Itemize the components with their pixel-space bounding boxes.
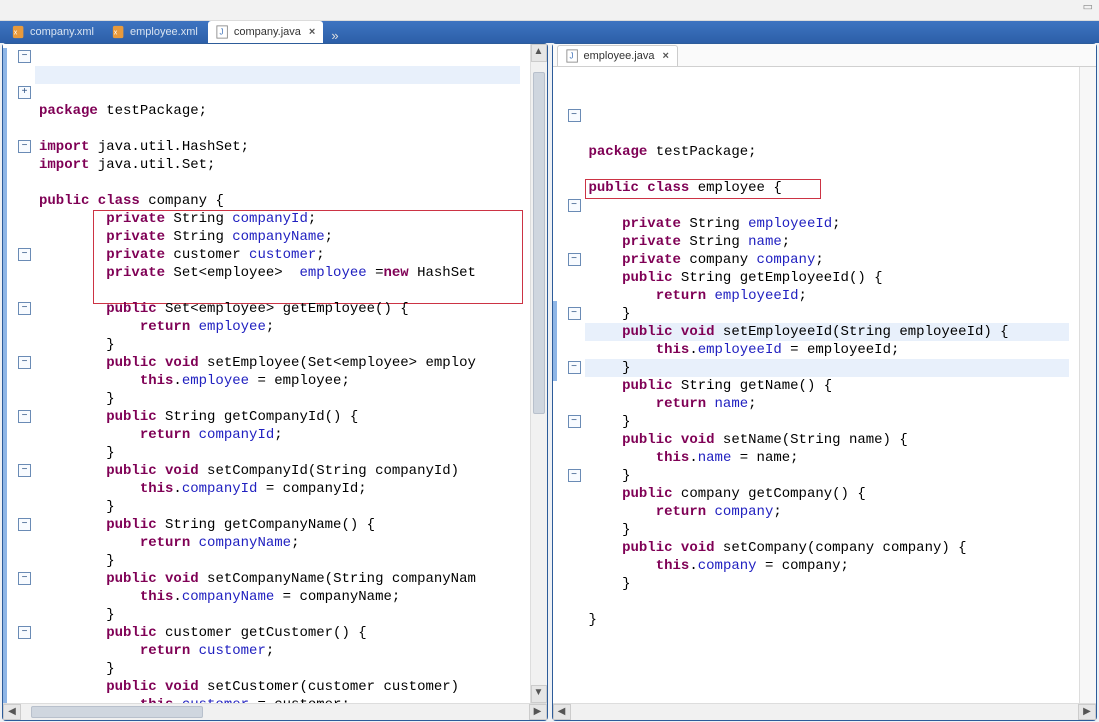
restore-view-icon[interactable]: ▭ [1083,0,1093,20]
window-toolbar: ▭ [0,0,1099,21]
horizontal-scrollbar[interactable]: ◀ ▶ [3,703,547,720]
scroll-thumb[interactable] [533,72,545,414]
ide-window: ▭ x company.xml x employee.xml J company… [0,0,1099,722]
scroll-left-icon[interactable]: ◀ [553,704,571,720]
scroll-thumb[interactable] [31,706,203,718]
fold-toggle[interactable]: − [18,50,31,63]
fold-toggle[interactable]: − [18,248,31,261]
svg-text:x: x [14,30,18,37]
svg-text:x: x [114,30,118,37]
fold-toggle[interactable]: − [568,307,581,320]
xml-file-icon: x [12,25,26,39]
tab-company-java[interactable]: J company.java × [208,21,324,43]
editor-tab-bar-right: J employee.java × [553,44,1097,67]
fold-toggle[interactable]: + [18,86,31,99]
tab-employee-java[interactable]: J employee.java × [557,45,678,66]
fold-toggle[interactable]: − [18,302,31,315]
java-file-icon: J [566,49,580,63]
fold-toggle[interactable]: − [568,415,581,428]
tab-label: company.xml [30,26,94,38]
editor-tab-bar: x company.xml x employee.xml J company.j… [0,21,1099,43]
tab-overflow-button[interactable]: » [325,28,344,43]
fold-toggle[interactable]: − [18,410,31,423]
scroll-right-icon[interactable]: ▶ [1078,704,1096,720]
fold-gutter: − + − − − − − − − − − [15,44,35,703]
code-area-left[interactable]: package testPackage; import java.util.Ha… [35,44,530,703]
editor-pane-right: J employee.java × − − − − − − [552,43,1098,721]
vertical-scrollbar[interactable] [1079,67,1096,703]
fold-toggle[interactable]: − [568,361,581,374]
fold-toggle[interactable]: − [18,464,31,477]
editor-pane-left: − + − − − − − − − − − package testPackag… [2,43,548,721]
marker-gutter [553,67,565,703]
close-icon[interactable]: × [309,26,315,38]
code-area-right[interactable]: package testPackage; public class employ… [585,67,1080,703]
scroll-up-icon[interactable]: ▲ [531,44,547,62]
svg-text:J: J [569,52,573,61]
tab-label: employee.xml [130,26,198,38]
editor-right[interactable]: − − − − − − − package testPackage; publi… [553,67,1097,703]
xml-file-icon: x [112,25,126,39]
vertical-scrollbar[interactable]: ▲ ▼ [530,44,547,703]
fold-toggle[interactable]: − [18,626,31,639]
fold-toggle[interactable]: − [568,199,581,212]
tab-label: company.java [234,26,301,38]
svg-text:J: J [219,28,223,37]
fold-toggle[interactable]: − [568,253,581,266]
marker-gutter [3,44,15,703]
editor-left[interactable]: − + − − − − − − − − − package testPackag… [3,44,547,703]
tab-label: employee.java [584,50,655,62]
horizontal-scrollbar[interactable]: ◀ ▶ [553,703,1097,720]
scroll-left-icon[interactable]: ◀ [3,704,21,720]
split-editor: − + − − − − − − − − − package testPackag… [0,43,1099,722]
close-icon[interactable]: × [662,50,668,62]
scroll-down-icon[interactable]: ▼ [531,685,547,703]
fold-gutter: − − − − − − − [565,67,585,703]
fold-toggle[interactable]: − [18,518,31,531]
fold-toggle[interactable]: − [18,356,31,369]
fold-toggle[interactable]: − [18,572,31,585]
fold-toggle[interactable]: − [568,469,581,482]
fold-toggle[interactable]: − [18,140,31,153]
fold-toggle[interactable]: − [568,109,581,122]
tab-company-xml[interactable]: x company.xml [4,21,102,43]
java-file-icon: J [216,25,230,39]
scroll-right-icon[interactable]: ▶ [529,704,547,720]
tab-employee-xml[interactable]: x employee.xml [104,21,206,43]
